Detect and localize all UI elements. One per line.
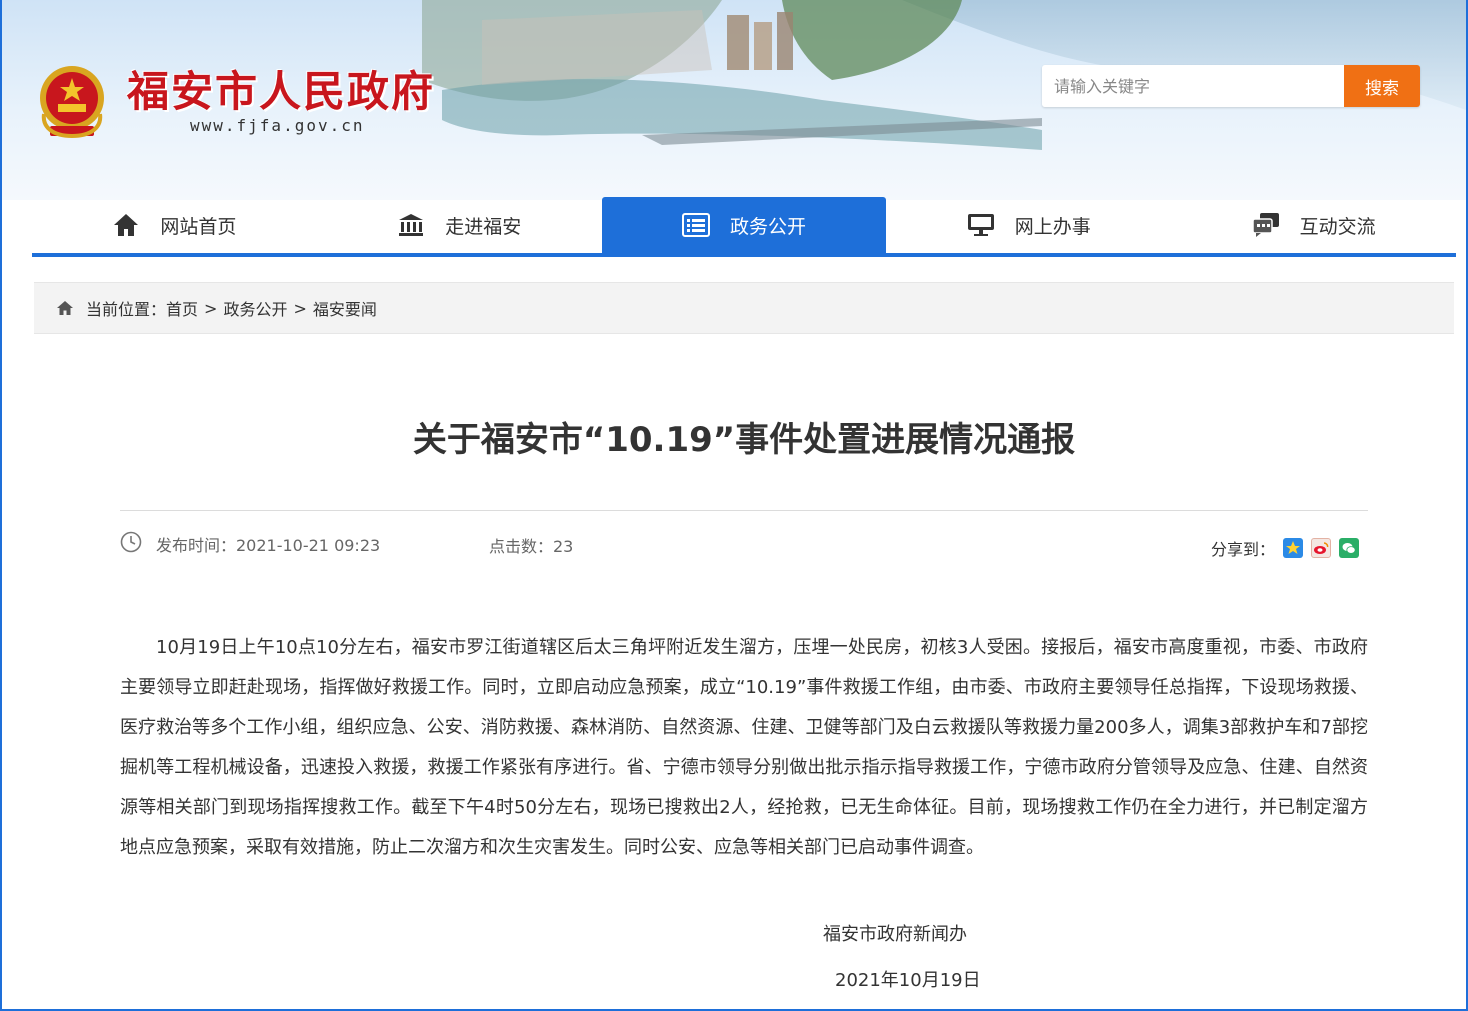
nav-item-label: 网上办事: [1014, 215, 1091, 238]
nav-item-interaction[interactable]: 互动交流: [1171, 197, 1456, 253]
list-icon: [681, 211, 710, 239]
search-input[interactable]: [1042, 65, 1344, 107]
meta-divider: [120, 510, 1368, 511]
breadcrumb-separator: >: [293, 298, 307, 318]
monitor-icon: [967, 211, 995, 239]
search-box: 搜索: [1042, 65, 1420, 107]
nav-item-about[interactable]: 走进福安: [317, 197, 602, 253]
national-emblem-logo: [40, 66, 104, 139]
breadcrumb-prefix: 当前位置：: [86, 300, 167, 319]
breadcrumb-link-home[interactable]: 首页: [166, 296, 198, 320]
clock-icon: [120, 531, 142, 557]
qzone-icon[interactable]: [1283, 538, 1304, 558]
breadcrumb-link-government-affairs[interactable]: 政务公开: [223, 296, 287, 320]
breadcrumb-link-news[interactable]: 福安要闻: [313, 296, 377, 320]
article-signature: 福安市政府新闻办: [823, 924, 967, 945]
breadcrumb-separator: >: [204, 298, 218, 318]
site-title: 福安市人民政府: [127, 67, 436, 116]
breadcrumb: 当前位置： 首页 > 政务公开 > 福安要闻: [34, 282, 1454, 334]
main-nav: 网站首页 走进福安 政务公开 网上办事 互动交流: [32, 197, 1456, 257]
nav-item-government-affairs[interactable]: 政务公开: [601, 197, 887, 253]
building-icon: [397, 211, 425, 239]
wechat-icon[interactable]: [1339, 538, 1360, 558]
nav-item-label: 互动交流: [1299, 215, 1376, 238]
home-icon: [56, 300, 74, 316]
search-button[interactable]: 搜索: [1344, 65, 1420, 107]
nav-item-online-services[interactable]: 网上办事: [886, 197, 1171, 253]
share-label: 分享到：: [1211, 540, 1276, 559]
nav-item-label: 走进福安: [445, 215, 522, 238]
header-banner: 福安市人民政府 www.fjfa.gov.cn 搜索: [2, 0, 1466, 200]
publish-time: 发布时间：2021-10-21 09:23: [120, 531, 380, 557]
nav-item-home[interactable]: 网站首页: [32, 197, 317, 253]
publish-time-text: 发布时间：2021-10-21 09:23: [156, 536, 381, 555]
home-icon: [112, 211, 140, 239]
nav-item-label: 网站首页: [160, 215, 237, 238]
click-count: 点击数：23: [489, 537, 574, 556]
article-body: 10月19日上午10点10分左右，福安市罗江街道辖区后太三角坪附近发生溜方，压埋…: [120, 637, 1368, 858]
share-bar: 分享到：: [1211, 536, 1360, 560]
chat-icon: [1251, 211, 1280, 239]
site-url: www.fjfa.gov.cn: [190, 116, 365, 135]
nav-item-label: 政务公开: [729, 215, 806, 238]
weibo-icon[interactable]: [1311, 538, 1332, 558]
article-title: 关于福安市“10.19”事件处置进展情况通报: [412, 420, 1076, 460]
article-sign-date: 2021年10月19日: [835, 970, 981, 991]
